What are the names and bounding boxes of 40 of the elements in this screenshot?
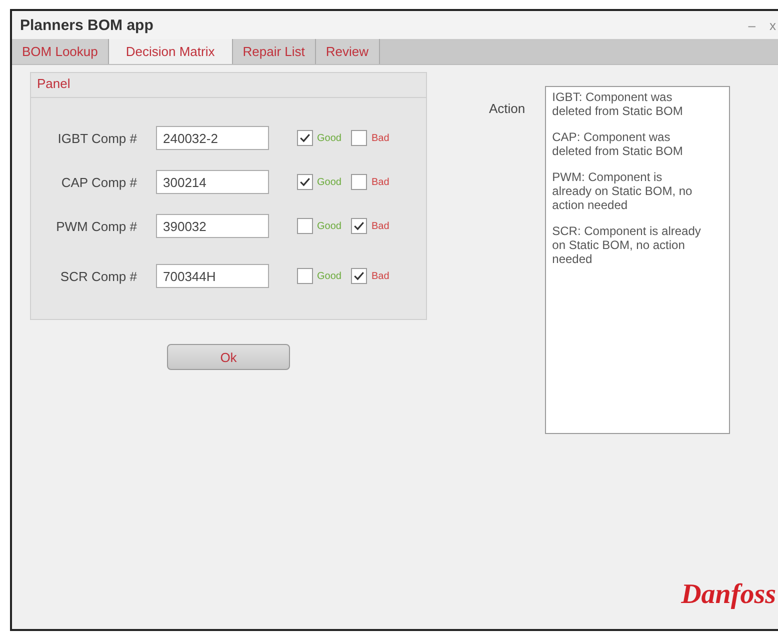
checkbox-label: Bad	[371, 220, 390, 232]
field-label: PWM Comp #	[55, 218, 137, 234]
action-text-area[interactable]: IGBT: Component was deleted from Static BOM CAP: Component was deleted from Static BOM PWM: Component is already on Static BOM, no action needed SCR: Component is already on Static BOM, no action needed	[545, 86, 730, 434]
checkbox-label: Bad	[371, 132, 390, 144]
field-label: CAP Comp #	[60, 174, 137, 190]
field-label: SCR Comp #	[59, 268, 137, 284]
tab[interactable]: Review	[316, 39, 380, 64]
checkbox[interactable]	[351, 218, 368, 234]
checkbox[interactable]	[351, 130, 368, 146]
window-title: Planners BOM app	[20, 16, 154, 34]
tab[interactable]: Repair List	[232, 39, 316, 64]
checkbox-label: Bad	[371, 176, 390, 188]
input-field[interactable]: 390032	[156, 214, 269, 238]
field-label: IGBT Comp #	[56, 130, 137, 146]
input-field[interactable]: 700344H	[156, 264, 269, 288]
checkbox-label: Bad	[371, 270, 390, 282]
action-label: Action	[489, 101, 526, 116]
checkbox-label: Good	[317, 132, 342, 144]
window-control[interactable]: x	[770, 18, 776, 32]
tab[interactable]: BOM Lookup	[12, 39, 109, 64]
checkbox[interactable]	[351, 174, 368, 190]
checkbox-label: Good	[317, 176, 342, 188]
checkbox-label: Good	[317, 220, 342, 232]
input-field[interactable]: 240032-2	[156, 126, 269, 150]
checkbox[interactable]	[351, 268, 368, 284]
panel-title: Panel	[31, 73, 426, 98]
logo: Danfoss	[681, 579, 776, 611]
check-icon	[352, 219, 366, 233]
check-icon	[298, 175, 312, 189]
checkbox[interactable]	[297, 174, 313, 190]
tab[interactable]: Decision Matrix	[108, 39, 233, 64]
input-field[interactable]: 300214	[156, 170, 269, 194]
checkbox-label: Good	[317, 270, 342, 282]
ok-button[interactable]: Ok	[167, 344, 290, 370]
window-control[interactable]: –	[748, 18, 756, 32]
checkbox[interactable]	[297, 130, 313, 146]
check-icon	[352, 269, 366, 283]
check-icon	[298, 131, 312, 145]
checkbox[interactable]	[297, 218, 313, 234]
checkbox[interactable]	[297, 268, 313, 284]
